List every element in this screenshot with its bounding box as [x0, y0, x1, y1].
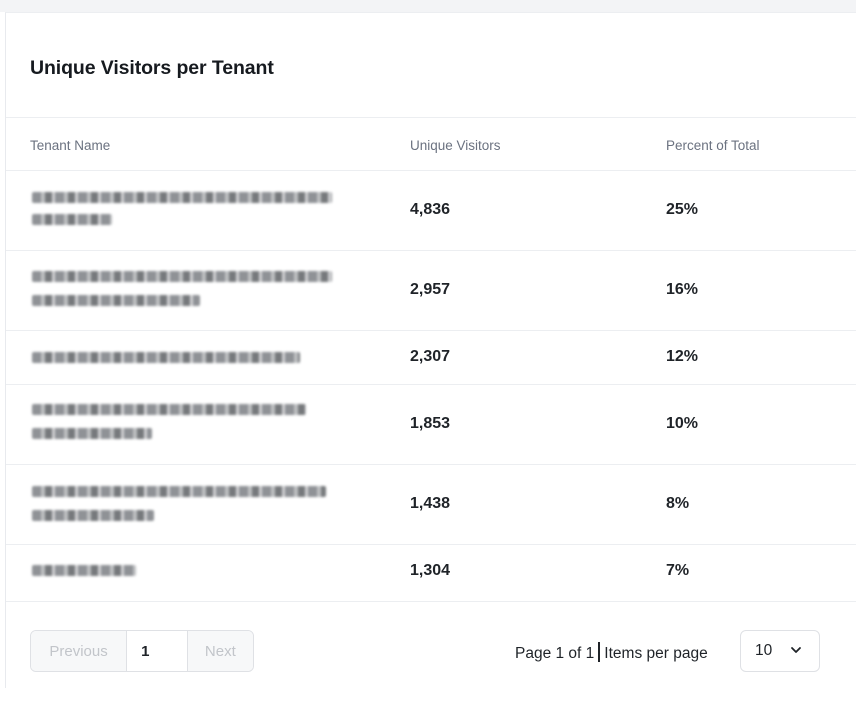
tenant-name-redacted: [32, 428, 152, 439]
visitors-card: Unique Visitors per Tenant Tenant Name U…: [5, 12, 856, 688]
percent-value: 8%: [666, 495, 690, 512]
page-number-input[interactable]: 1: [126, 631, 188, 671]
separator: [598, 642, 601, 662]
top-strip: [0, 0, 856, 12]
unique-visitors-value: 2,307: [410, 348, 451, 365]
tenant-name-redacted: [32, 295, 200, 306]
unique-visitors-value: 1,853: [410, 415, 451, 432]
page-count-text: Page 1 of 1: [515, 645, 595, 662]
pagination-control: Previous 1 Next: [30, 630, 254, 672]
percent-value: 10%: [666, 415, 699, 432]
percent-value: 16%: [666, 281, 699, 298]
tenant-name-redacted: [32, 192, 332, 203]
table-row[interactable]: 1,853 10%: [6, 385, 856, 465]
tenant-name-redacted: [32, 510, 154, 521]
table-row[interactable]: 2,307 12%: [6, 331, 856, 385]
tenant-name-redacted: [32, 352, 300, 363]
tenant-name-redacted: [32, 271, 332, 282]
header-percent-of-total: Percent of Total: [666, 138, 760, 153]
visitors-table: Tenant Name Unique Visitors Percent of T…: [6, 117, 856, 599]
tenant-name-redacted: [32, 565, 136, 576]
card-title: Unique Visitors per Tenant: [30, 57, 274, 79]
table-row[interactable]: 4,836 25%: [6, 171, 856, 251]
next-button[interactable]: Next: [187, 631, 253, 671]
header-unique-visitors: Unique Visitors: [410, 138, 501, 153]
table-row[interactable]: 2,957 16%: [6, 251, 856, 331]
items-per-page-select[interactable]: 10: [740, 630, 820, 672]
tenant-name-redacted: [32, 486, 326, 497]
items-per-page-label: Items per page: [604, 645, 708, 662]
table-row[interactable]: 1,438 8%: [6, 465, 856, 545]
table-footer: Previous 1 Next Page 1 of 1 Items per pag…: [6, 601, 856, 689]
unique-visitors-value: 4,836: [410, 201, 451, 218]
unique-visitors-value: 2,957: [410, 281, 451, 298]
tenant-name-redacted: [32, 214, 112, 225]
page-info: Page 1 of 1 Items per page: [515, 642, 708, 663]
header-tenant-name: Tenant Name: [30, 138, 111, 153]
percent-value: 7%: [666, 562, 690, 579]
unique-visitors-value: 1,438: [410, 495, 451, 512]
table-row[interactable]: 1,304 7%: [6, 545, 856, 599]
tenant-name-redacted: [32, 404, 306, 415]
previous-button[interactable]: Previous: [31, 631, 127, 671]
unique-visitors-value: 1,304: [410, 562, 451, 579]
percent-value: 12%: [666, 348, 699, 365]
table-header: Tenant Name Unique Visitors Percent of T…: [6, 117, 856, 171]
chevron-down-icon: [791, 647, 801, 653]
percent-value: 25%: [666, 201, 699, 218]
items-per-page-value: 10: [755, 642, 773, 659]
